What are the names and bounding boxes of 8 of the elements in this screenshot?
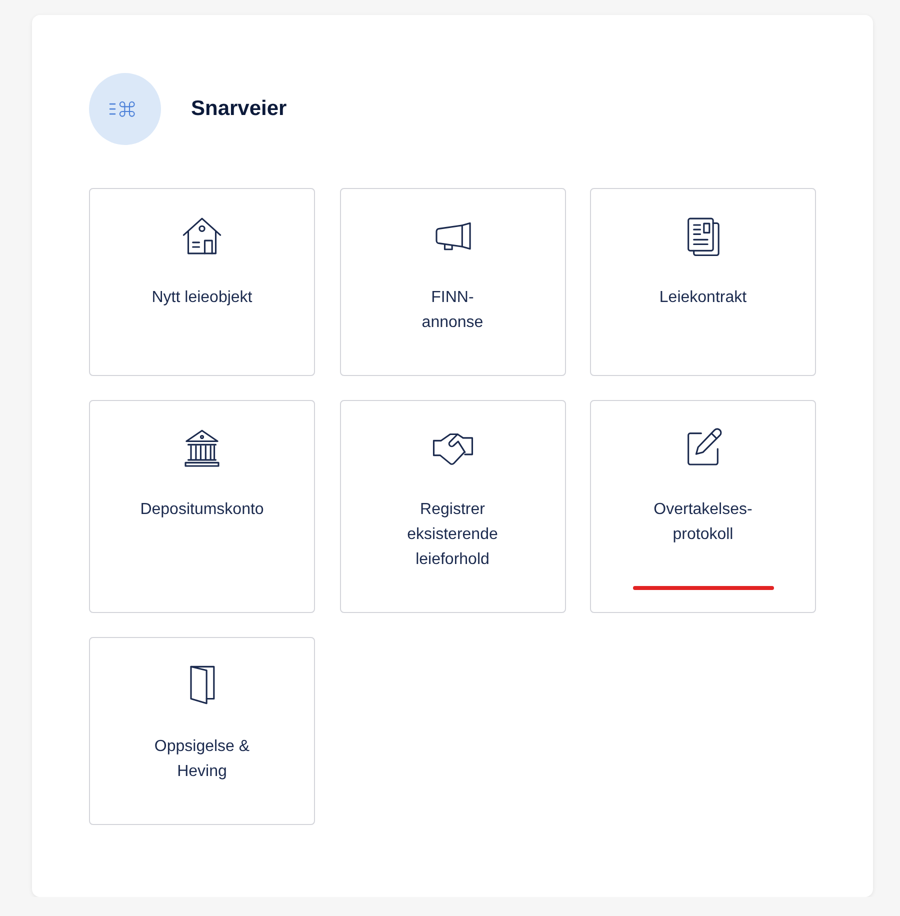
shortcut-tile[interactable]: Depositumskonto: [89, 400, 315, 613]
shortcut-tile[interactable]: Registrer eksisterende leieforhold: [340, 400, 566, 613]
shortcut-tile[interactable]: Nytt leieobjekt: [89, 188, 315, 376]
shortcut-tile[interactable]: FINN- annonse: [340, 188, 566, 376]
section-title: Snarveier: [191, 97, 287, 121]
shortcut-tile[interactable]: Oppsigelse & Heving: [89, 637, 315, 825]
shortcut-tile[interactable]: Overtakelses- protokoll: [590, 400, 816, 613]
shortcut-tile[interactable]: Leiekontrakt: [590, 188, 816, 376]
